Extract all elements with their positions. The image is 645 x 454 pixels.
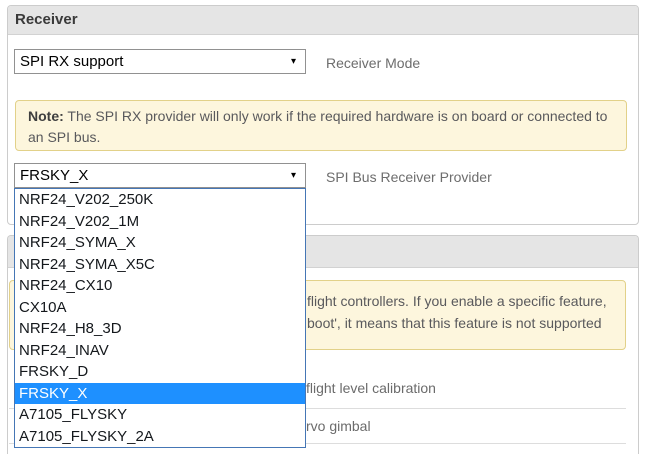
listbox-option[interactable]: CX10A [15,297,305,319]
spi-provider-listbox[interactable]: NRF24_V202_250K NRF24_V202_1M NRF24_SYMA_X… [14,188,306,448]
listbox-option[interactable]: NRF24_CX10 [15,275,305,297]
receiver-mode-select[interactable]: SPI RX support ▾ [14,49,306,74]
feature-row-label: flight level calibration [306,380,436,396]
note-text: The SPI RX provider will only work if th… [28,108,608,145]
listbox-option[interactable]: NRF24_V202_250K [15,189,305,211]
dropdown-arrow-icon: ▾ [290,170,296,181]
listbox-option[interactable]: A7105_FLYSKY_2A [15,426,305,448]
dropdown-arrow-icon: ▾ [290,56,296,67]
listbox-option[interactable]: NRF24_V202_1M [15,211,305,233]
features-note-line1: flight controllers. If you enable a spec… [307,293,607,309]
receiver-mode-label: Receiver Mode [326,55,421,71]
listbox-option[interactable]: FRSKY_X [15,382,305,404]
note-prefix: Note: [28,108,64,124]
listbox-option[interactable]: NRF24_INAV [15,340,305,362]
listbox-option[interactable]: NRF24_SYMA_X5C [15,254,305,276]
receiver-panel-header: Receiver [8,6,638,35]
spi-provider-select-value: FRSKY_X [20,167,89,184]
page: Receiver SPI RX support ▾ Receiver Mode … [0,0,645,454]
listbox-option[interactable]: NRF24_H8_3D [15,318,305,340]
spi-provider-label: SPI Bus Receiver Provider [326,169,492,185]
feature-row-label: rvo gimbal [306,418,371,434]
features-note-line2: boot', it means that this feature is not… [307,315,602,331]
receiver-mode-select-value: SPI RX support [20,53,124,70]
spi-rx-note: Note: The SPI RX provider will only work… [15,100,627,151]
receiver-panel-title: Receiver [15,11,78,28]
listbox-option[interactable]: A7105_FLYSKY [15,404,305,426]
listbox-option[interactable]: NRF24_SYMA_X [15,232,305,254]
spi-provider-select[interactable]: FRSKY_X ▾ [14,163,306,188]
listbox-option[interactable]: FRSKY_D [15,361,305,383]
